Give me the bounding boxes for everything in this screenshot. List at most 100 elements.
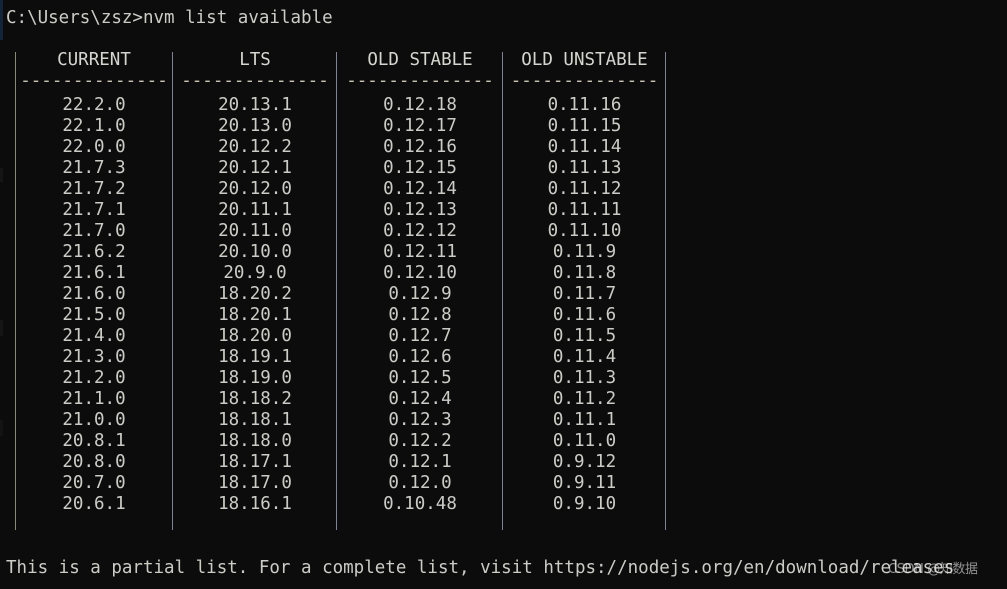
version-cell-current: 21.4.0	[62, 326, 126, 346]
column-header-current: CURRENT	[57, 50, 131, 70]
table-row: 21.6.1 20.9.0 0.12.10 0.11.8	[6, 263, 686, 284]
table-separator-row: -------------- -------------- ----------…	[6, 71, 686, 92]
version-cell-old-stable: 0.12.0	[388, 473, 452, 493]
version-cell-current: 21.0.0	[62, 410, 126, 430]
version-cell-lts: 18.19.0	[218, 368, 292, 388]
version-cell-old-unstable: 0.11.13	[547, 158, 622, 178]
version-cell-lts: 18.20.2	[218, 284, 292, 304]
table-row: 20.7.0 18.17.0 0.12.0 0.9.11	[6, 473, 686, 494]
separator-old-unstable: --------------	[510, 71, 659, 91]
version-cell-old-stable: 0.12.1	[388, 452, 452, 472]
version-cell-current: 22.2.0	[62, 95, 126, 115]
table-row: 21.7.0 20.11.0 0.12.12 0.11.10	[6, 221, 686, 242]
version-cell-lts: 20.11.1	[218, 200, 292, 220]
table-row: 20.8.0 18.17.1 0.12.1 0.9.12	[6, 452, 686, 473]
version-cell-old-unstable: 0.11.14	[547, 137, 622, 157]
version-cell-current: 22.1.0	[62, 116, 126, 136]
version-cell-old-unstable: 0.11.5	[552, 326, 617, 346]
version-cell-old-stable: 0.12.4	[388, 389, 452, 409]
version-cell-lts: 18.18.0	[218, 431, 292, 451]
table-row: 21.5.0 18.20.1 0.12.8 0.11.6	[6, 305, 686, 326]
column-header-old-unstable: OLD UNSTABLE	[521, 50, 648, 70]
version-cell-lts: 18.17.0	[218, 473, 292, 493]
table-header-row: CURRENT LTS OLD STABLE OLD UNSTABLE	[6, 50, 686, 71]
column-header-lts: LTS	[239, 50, 271, 70]
version-cell-old-stable: 0.12.11	[383, 242, 457, 262]
version-table: CURRENT LTS OLD STABLE OLD UNSTABLE ----…	[6, 50, 686, 536]
version-cell-old-unstable: 0.11.9	[552, 242, 617, 262]
version-cell-old-stable: 0.12.6	[388, 347, 452, 367]
version-cell-current: 21.6.0	[62, 284, 126, 304]
version-cell-old-stable: 0.12.9	[388, 284, 452, 304]
version-cell-old-stable: 0.10.48	[383, 494, 457, 514]
version-cell-lts: 18.16.1	[218, 494, 292, 514]
table-body: 22.2.0 20.13.1 0.12.18 0.11.16 22.1.0 20.13.0…	[6, 95, 686, 515]
separator-old-stable: --------------	[346, 71, 494, 91]
table-row: 21.2.0 18.19.0 0.12.5 0.11.3	[6, 368, 686, 389]
table-row: 20.8.1 18.18.0 0.12.2 0.11.0	[6, 431, 686, 452]
version-cell-old-unstable: 0.11.16	[547, 95, 622, 115]
version-cell-current: 21.6.2	[62, 242, 126, 262]
version-cell-current: 21.7.1	[62, 200, 126, 220]
version-cell-current: 21.3.0	[62, 347, 126, 367]
separator-current: --------------	[20, 71, 168, 91]
version-cell-current: 20.7.0	[62, 473, 126, 493]
version-cell-old-stable: 0.12.8	[388, 305, 452, 325]
version-cell-current: 21.7.2	[62, 179, 126, 199]
version-cell-lts: 18.18.2	[218, 389, 292, 409]
table-row: 21.0.0 18.18.1 0.12.3 0.11.1	[6, 410, 686, 431]
version-cell-old-stable: 0.12.16	[383, 137, 457, 157]
version-cell-lts: 20.12.1	[218, 158, 292, 178]
version-cell-old-stable: 0.12.10	[383, 263, 457, 283]
version-cell-current: 20.6.1	[62, 494, 126, 514]
version-cell-current: 20.8.0	[62, 452, 126, 472]
version-cell-old-unstable: 0.11.10	[547, 221, 622, 241]
terminal-window: C:\Users\zsz>nvm list available CURRENT …	[0, 0, 1007, 589]
version-cell-lts: 18.20.1	[218, 305, 292, 325]
version-cell-old-unstable: 0.9.10	[552, 494, 617, 514]
version-cell-current: 21.6.1	[62, 263, 126, 283]
version-cell-lts: 20.12.0	[218, 179, 292, 199]
column-header-old-stable: OLD STABLE	[367, 50, 473, 70]
version-cell-current: 21.2.0	[62, 368, 126, 388]
table-row: 22.0.0 20.12.2 0.12.16 0.11.14	[6, 137, 686, 158]
table-row: 22.1.0 20.13.0 0.12.17 0.11.15	[6, 116, 686, 137]
footer-note: This is a partial list. For a complete l…	[6, 558, 955, 578]
version-cell-current: 21.7.0	[62, 221, 126, 241]
table-row: 21.7.2 20.12.0 0.12.14 0.11.12	[6, 179, 686, 200]
version-cell-old-unstable: 0.11.12	[547, 179, 622, 199]
version-cell-old-unstable: 0.9.11	[552, 473, 617, 493]
table-row: 21.6.0 18.20.2 0.12.9 0.11.7	[6, 284, 686, 305]
version-cell-current: 22.0.0	[62, 137, 126, 157]
table-row: 21.1.0 18.18.2 0.12.4 0.11.2	[6, 389, 686, 410]
version-cell-lts: 20.13.0	[218, 116, 292, 136]
table-row: 21.3.0 18.19.1 0.12.6 0.11.4	[6, 347, 686, 368]
version-cell-old-unstable: 0.11.1	[552, 410, 617, 430]
table-row: 22.2.0 20.13.1 0.12.18 0.11.16	[6, 95, 686, 116]
version-cell-lts: 18.20.0	[218, 326, 292, 346]
version-cell-current: 21.5.0	[62, 305, 126, 325]
command-prompt-line: C:\Users\zsz>nvm list available	[6, 8, 333, 28]
version-cell-old-unstable: 0.11.11	[547, 200, 622, 220]
version-cell-old-unstable: 0.11.8	[552, 263, 617, 283]
version-cell-lts: 20.9.0	[223, 263, 287, 283]
version-cell-lts: 18.17.1	[218, 452, 292, 472]
separator-lts: --------------	[181, 71, 329, 91]
version-cell-old-stable: 0.12.12	[383, 221, 457, 241]
version-cell-current: 20.8.1	[62, 431, 126, 451]
version-cell-lts: 18.19.1	[218, 347, 292, 367]
version-cell-old-unstable: 0.11.0	[552, 431, 617, 451]
window-left-edge	[0, 0, 3, 589]
table-row: 20.6.1 18.16.1 0.10.48 0.9.10	[6, 494, 686, 515]
version-cell-lts: 18.18.1	[218, 410, 292, 430]
version-cell-old-unstable: 0.11.3	[552, 368, 617, 388]
version-cell-old-unstable: 0.11.7	[552, 284, 617, 304]
table-row: 21.7.3 20.12.1 0.12.15 0.11.13	[6, 158, 686, 179]
version-cell-old-stable: 0.12.17	[383, 116, 457, 136]
version-cell-old-unstable: 0.11.6	[552, 305, 617, 325]
version-cell-old-unstable: 0.11.4	[552, 347, 617, 367]
version-cell-lts: 20.11.0	[218, 221, 292, 241]
version-cell-current: 21.7.3	[62, 158, 126, 178]
version-cell-old-unstable: 0.9.12	[552, 452, 617, 472]
version-cell-current: 21.1.0	[62, 389, 126, 409]
